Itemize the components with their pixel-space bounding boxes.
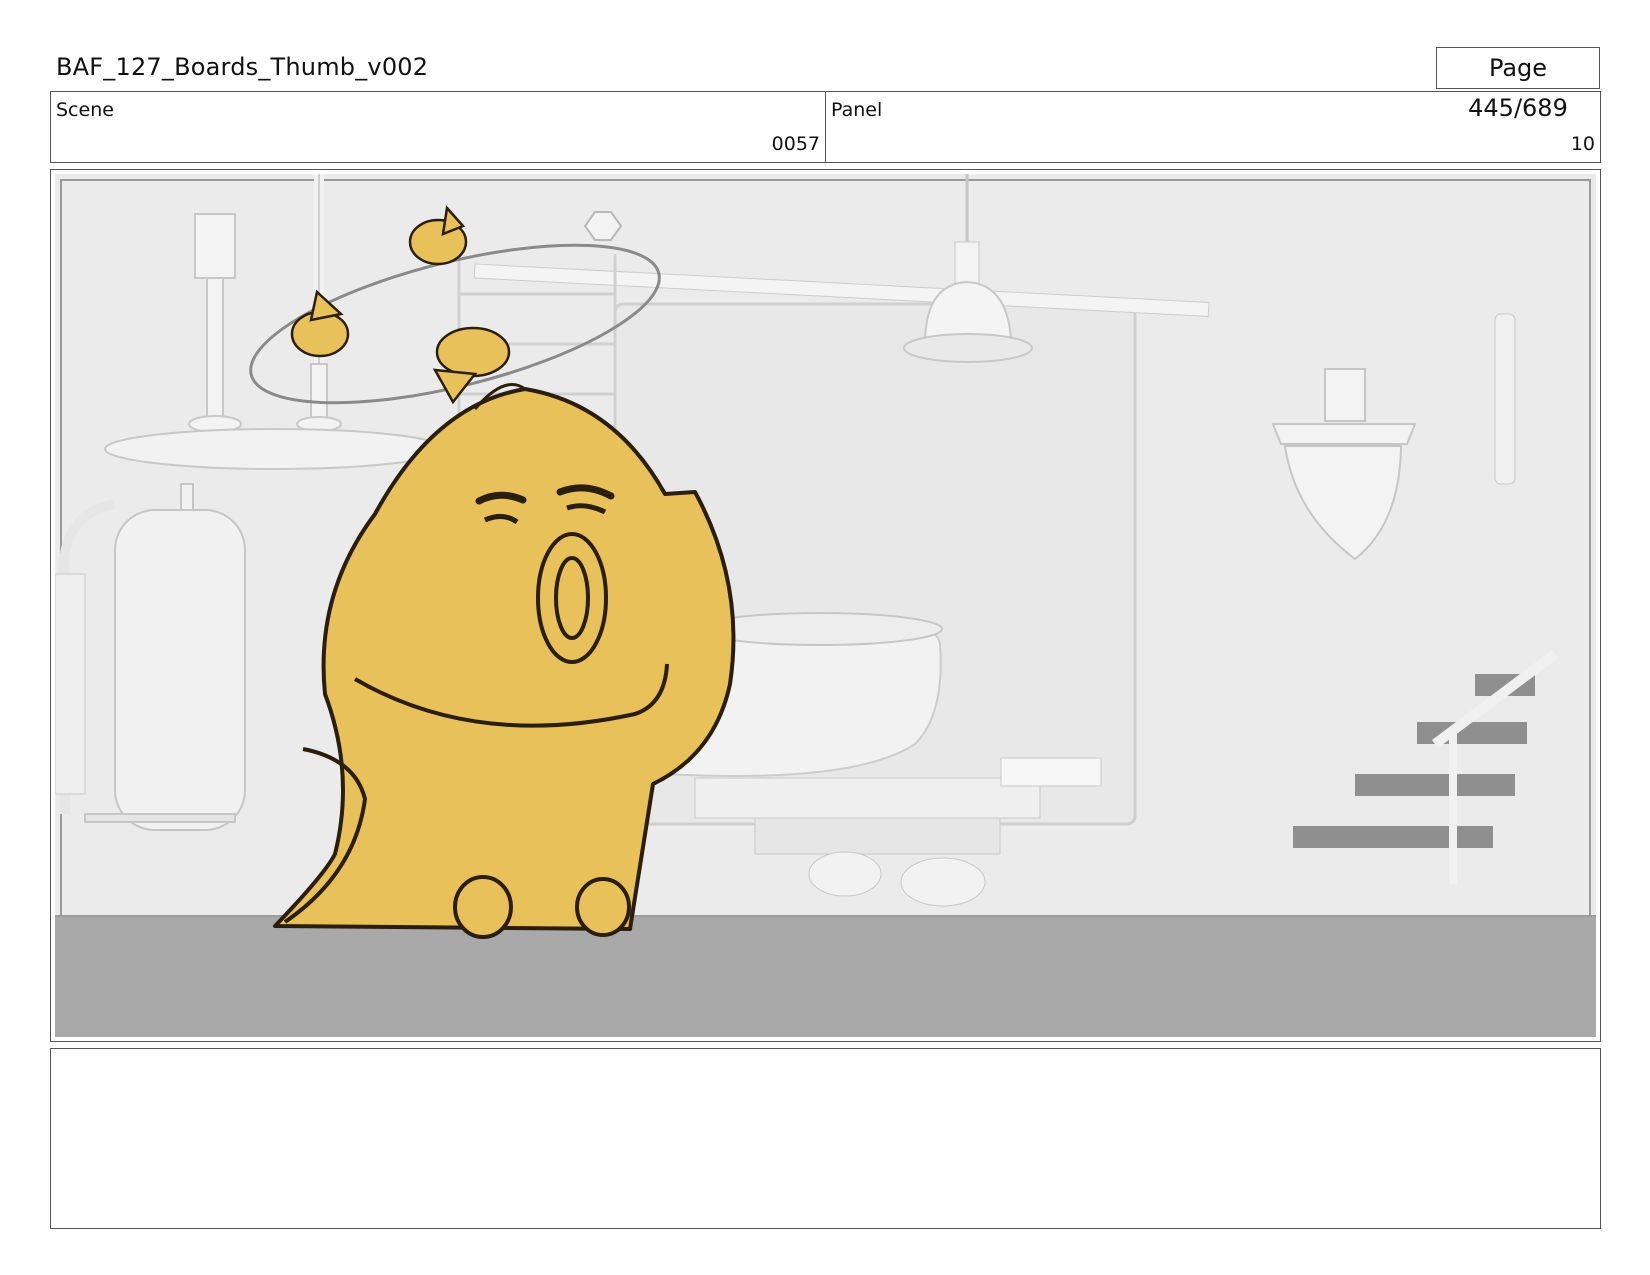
books — [1000, 757, 1102, 787]
platform-base — [754, 817, 1001, 855]
panel-illustration — [55, 174, 1596, 1037]
scene-number: 0057 — [771, 133, 820, 155]
scene-cell: Scene 0057 — [51, 92, 825, 162]
scene-label: Scene — [56, 99, 114, 121]
chick-foot-left — [453, 875, 513, 939]
chick-beak-outer — [536, 532, 608, 664]
chick-foot-right — [575, 877, 631, 937]
lamp-rim — [903, 333, 1033, 363]
wall-cabinet-left — [55, 573, 86, 795]
document-title: BAF_127_Boards_Thumb_v002 — [56, 53, 429, 81]
shelf-top — [104, 428, 446, 470]
storyboard-panel — [50, 169, 1601, 1042]
panel-cell: Panel 10 — [825, 92, 1600, 162]
floor — [55, 916, 1596, 1037]
door-edge-right — [1494, 313, 1516, 485]
notes-text — [51, 1049, 1600, 1065]
panel-notes — [50, 1048, 1601, 1229]
page-counter: Page 445/689 — [1436, 47, 1600, 122]
panel-label: Panel — [831, 99, 883, 121]
platform-top — [694, 777, 1041, 819]
platform-foot-2 — [900, 857, 986, 907]
scene-panel-info: Scene 0057 Panel 10 — [50, 91, 1601, 163]
platform-foot-1 — [808, 851, 882, 897]
panel-number: 10 — [1570, 133, 1595, 155]
